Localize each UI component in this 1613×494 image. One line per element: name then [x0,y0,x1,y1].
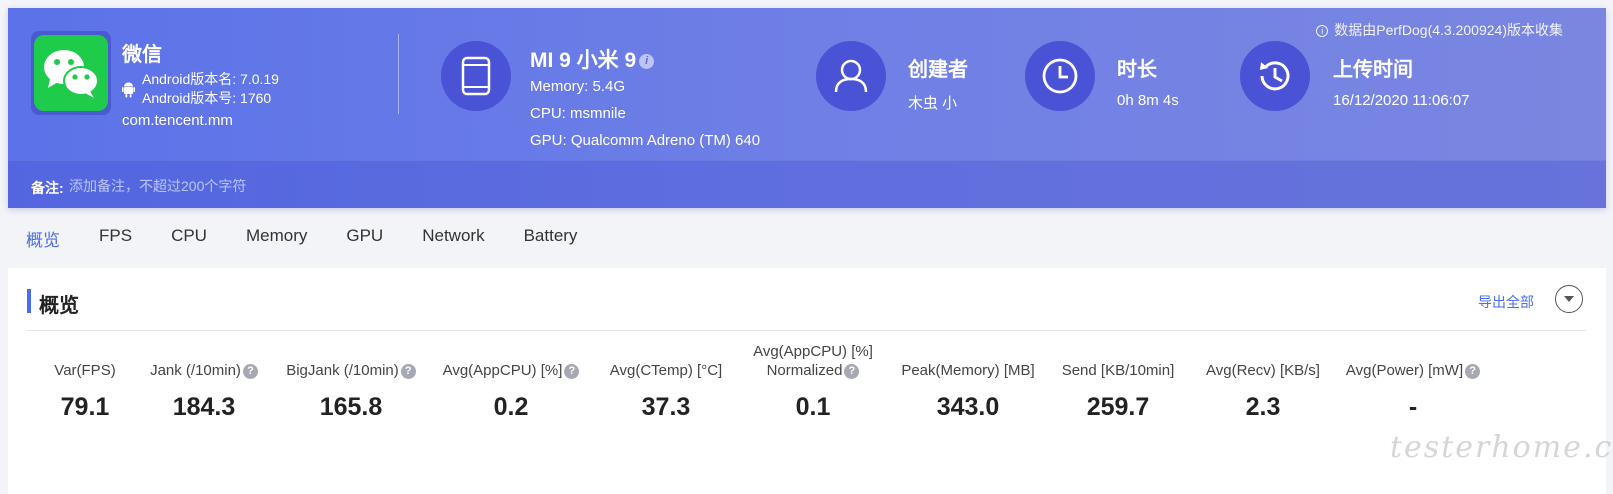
tab-battery[interactable]: Battery [524,226,578,256]
panel-title: 概览 [39,295,79,317]
tab-memory[interactable]: Memory [246,226,307,256]
help-icon[interactable]: ? [564,363,580,379]
info-icon: i [1316,25,1329,38]
metric-send: Send [KB/10min] 259.7 [1061,362,1175,421]
metric-avg-appcpu-normalized: Avg(AppCPU) [%] Normalized? 0.1 [753,343,873,421]
device-info-icon[interactable]: i [639,53,655,69]
metric-var-fps: Var(FPS) 79.1 [54,362,116,421]
creator-label: 创建者 [908,59,968,81]
remark-bar: 备注: [8,160,1606,208]
tab-gpu[interactable]: GPU [346,226,383,256]
duration-value: 0h 8m 4s [1117,92,1179,109]
clock-icon [1025,41,1095,111]
app-name: 微信 [122,44,162,66]
metric-jank: Jank (/10min)? 184.3 [136,361,272,422]
phone-icon [441,41,511,111]
device-memory: Memory: 5.4G [530,78,626,95]
help-icon[interactable]: ? [242,363,258,379]
history-icon [1240,41,1310,111]
remark-label: 备注: [31,180,64,196]
metric-peak-memory: Peak(Memory) [MB] 343.0 [901,362,1035,421]
upload-time-label: 上传时间 [1333,59,1413,81]
help-icon[interactable]: ? [400,363,416,379]
watermark: testerhome.com [1390,430,1613,465]
caret-down-icon [1564,296,1574,302]
device-gpu: GPU: Qualcomm Adreno (TM) 640 [530,132,761,149]
android-version-info: Android版本名: 7.0.19 Android版本号: 1760 [122,70,279,108]
android-version-name: Android版本名: 7.0.19 [142,71,279,87]
source-note: i 数据由PerfDog(4.3.200924)版本收集 [1316,20,1563,40]
help-icon[interactable]: ? [844,363,860,379]
header-divider [398,34,399,114]
user-icon [816,41,886,111]
tab-network[interactable]: Network [422,226,484,256]
duration-label: 时长 [1117,59,1157,81]
metric-avg-recv: Avg(Recv) [KB/s] 2.3 [1206,362,1320,421]
header-summary: 微信 Android版本名: 7.0.19 Android版本号: 1760 c… [8,8,1606,160]
device-title: MI 9 小米 9i [530,44,655,74]
panel-title-accent [27,289,31,313]
tab-cpu[interactable]: CPU [171,226,207,256]
wechat-icon [31,31,111,115]
tab-bar: 概览 FPS CPU Memory GPU Network Battery [26,226,616,256]
creator-value: 木虫 小 [908,95,958,112]
help-icon[interactable]: ? [1465,363,1481,379]
metric-bigjank: BigJank (/10min)? 165.8 [276,361,426,422]
remark-input[interactable] [69,175,469,197]
upload-time-value: 16/12/2020 11:06:07 [1333,92,1470,109]
report-header: 微信 Android版本名: 7.0.19 Android版本号: 1760 c… [8,8,1606,208]
panel-divider [27,330,1586,331]
tab-overview[interactable]: 概览 [26,226,60,256]
package-name: com.tencent.mm [122,112,233,129]
export-all-link[interactable]: 导出全部 [1478,292,1534,312]
metric-avg-power: Avg(Power) [mW]? - [1338,361,1488,422]
device-cpu: CPU: msmnile [530,105,626,122]
collapse-button[interactable] [1555,285,1583,313]
overview-panel: 概览 导出全部 Var(FPS) 79.1 Jank (/10min)? 184… [8,268,1606,494]
metric-avg-appcpu: Avg(AppCPU) [%]? 0.2 [436,361,586,422]
tab-fps[interactable]: FPS [99,226,132,256]
android-icon [122,82,135,98]
android-version-code: Android版本号: 1760 [142,90,272,106]
metric-avg-ctemp: Avg(CTemp) [°C] 37.3 [609,362,723,421]
